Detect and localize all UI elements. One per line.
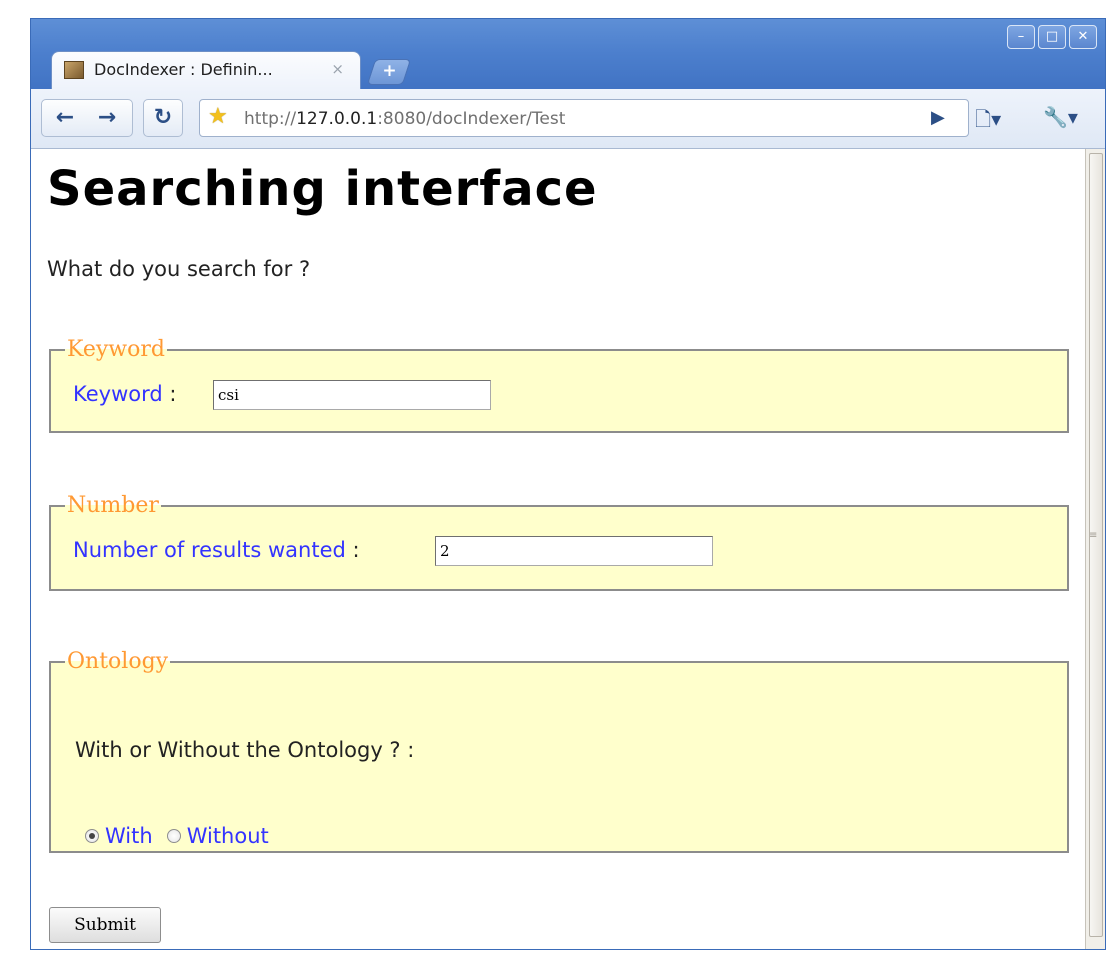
keyword-input[interactable] — [213, 380, 491, 410]
radio-without[interactable] — [166, 829, 181, 843]
radio-with-label[interactable]: With — [105, 824, 153, 848]
radio-without-label[interactable]: Without — [187, 824, 269, 848]
browser-window: DocIndexer : Definin... × + – □ ✕ ← → ↻ … — [30, 18, 1106, 950]
close-window-button[interactable]: ✕ — [1069, 25, 1097, 49]
maximize-button[interactable]: □ — [1038, 25, 1066, 49]
new-tab-button[interactable]: + — [366, 59, 412, 85]
radio-with[interactable] — [85, 829, 99, 843]
ontology-prompt: With or Without the Ontology ? : — [75, 738, 415, 762]
tab-title: DocIndexer : Definin... — [94, 60, 273, 79]
star-icon[interactable]: ★ — [208, 104, 228, 129]
ontology-fieldset: Ontology With or Without the Ontology ? … — [49, 649, 1069, 853]
url-path: :8080/docIndexer/Test — [377, 109, 566, 129]
page-title: Searching interface — [47, 161, 598, 217]
number-separator: : — [352, 538, 360, 562]
vertical-scrollbar[interactable]: ≡ — [1085, 149, 1105, 949]
keyword-separator: : — [169, 382, 177, 406]
number-input[interactable] — [435, 536, 713, 566]
number-fieldset: Number Number of results wanted : — [49, 493, 1069, 591]
keyword-fieldset: Keyword Keyword : — [49, 337, 1069, 433]
favicon-icon — [64, 61, 84, 79]
url-prefix: http:// — [244, 109, 297, 129]
number-label-text: Number of results wanted — [73, 538, 346, 562]
number-label: Number of results wanted : — [73, 538, 360, 562]
url-text[interactable]: http://127.0.0.1:8080/docIndexer/Test — [244, 109, 565, 129]
page-menu-icon[interactable]: 🗋▾ — [975, 105, 1001, 139]
browser-tab[interactable]: DocIndexer : Definin... × — [51, 51, 361, 89]
reload-icon[interactable]: ↻ — [143, 99, 183, 137]
scrollbar-grip-icon: ≡ — [1089, 530, 1098, 541]
window-controls: – □ ✕ — [1007, 25, 1097, 51]
arrow-left-icon[interactable]: ← — [50, 106, 80, 132]
address-bar[interactable]: ★ http://127.0.0.1:8080/docIndexer/Test — [199, 99, 969, 137]
plus-icon: + — [382, 61, 397, 81]
ontology-options: With Without — [85, 824, 283, 848]
play-icon[interactable]: ▶ — [931, 107, 945, 128]
keyword-label: Keyword : — [73, 382, 176, 406]
search-question: What do you search for ? — [47, 257, 311, 281]
url-host: 127.0.0.1 — [296, 109, 378, 129]
number-legend: Number — [67, 493, 159, 518]
page-content: Searching interface What do you search f… — [31, 149, 1085, 949]
scrollbar-thumb[interactable] — [1089, 153, 1103, 937]
wrench-icon[interactable]: 🔧▾ — [1043, 105, 1078, 129]
minimize-button[interactable]: – — [1007, 25, 1035, 49]
submit-button[interactable]: Submit — [49, 907, 161, 943]
close-icon[interactable]: × — [331, 60, 344, 78]
ontology-legend: Ontology — [67, 649, 169, 674]
keyword-legend: Keyword — [67, 337, 165, 362]
browser-toolbar: ← → ↻ ★ http://127.0.0.1:8080/docIndexer… — [31, 89, 1105, 149]
navigation-buttons: ← → — [41, 99, 133, 137]
tab-strip: DocIndexer : Definin... × + – □ ✕ — [31, 19, 1105, 89]
arrow-right-icon[interactable]: → — [92, 106, 122, 132]
keyword-label-text: Keyword — [73, 382, 163, 406]
